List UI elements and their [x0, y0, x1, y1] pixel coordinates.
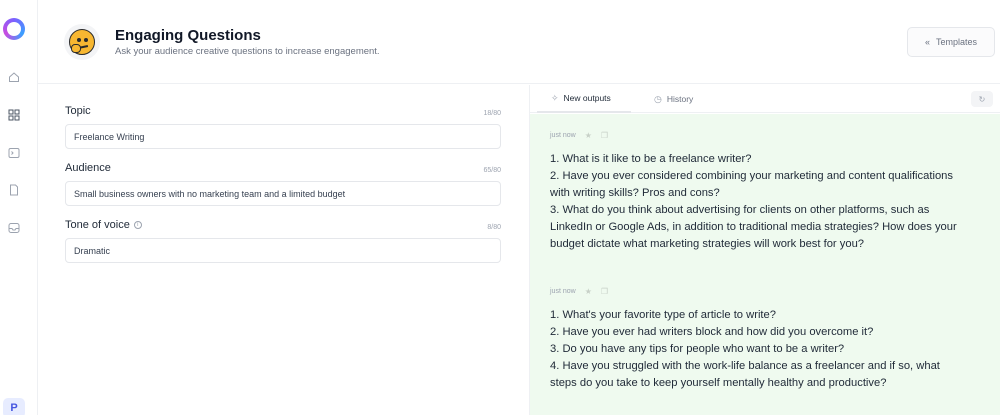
- app-logo[interactable]: [3, 18, 25, 40]
- star-icon[interactable]: ★: [585, 131, 592, 140]
- grid-icon[interactable]: [7, 108, 20, 121]
- output-line: 4. Have you struggled with the work-life…: [550, 360, 940, 372]
- page-title: Engaging Questions: [115, 27, 261, 44]
- output-text: 1. What is it like to be a freelance wri…: [550, 151, 990, 253]
- outputs-panel: ✧ New outputs ◷ History ↻ just now ★ ❐ 1…: [529, 85, 1000, 415]
- tab-new-outputs[interactable]: ✧ New outputs: [537, 85, 631, 113]
- output-line: steps do you take to keep yourself menta…: [550, 377, 887, 389]
- output-meta: just now ★ ❐: [550, 286, 990, 296]
- output-meta: just now ★ ❐: [550, 130, 990, 140]
- tab-history[interactable]: ◷ History: [640, 85, 707, 113]
- document-icon[interactable]: [7, 183, 20, 196]
- thinking-face-icon: [64, 24, 100, 60]
- output-line: 1. What is it like to be a freelance wri…: [550, 153, 752, 165]
- page-header: Engaging Questions Ask your audience cre…: [38, 0, 1000, 84]
- topic-label: Topic: [65, 105, 91, 117]
- info-icon[interactable]: i: [133, 221, 142, 230]
- copy-icon[interactable]: ❐: [601, 131, 608, 140]
- inbox-icon[interactable]: [7, 221, 20, 234]
- topic-counter: 18/80: [483, 110, 501, 117]
- output-line: LinkedIn or Google Ads, in addition to t…: [550, 221, 957, 233]
- tab-history-label: History: [666, 94, 694, 104]
- output-line: 1. What's your favorite type of article …: [550, 309, 776, 321]
- output-line: 2. Have you ever had writers block and h…: [550, 326, 874, 338]
- refresh-icon[interactable]: ↻: [971, 91, 993, 107]
- copy-icon[interactable]: ❐: [601, 287, 608, 296]
- output-tabs: ✧ New outputs ◷ History ↻: [530, 85, 1000, 113]
- templates-button-label: Templates: [935, 37, 978, 47]
- input-form: Topic 18/80 Freelance Writing Audience 6…: [38, 85, 529, 415]
- tone-counter: 8/80: [487, 224, 501, 231]
- tone-input[interactable]: Dramatic: [65, 238, 501, 263]
- user-avatar[interactable]: P: [3, 398, 25, 415]
- output-line: 3. Do you have any tips for people who w…: [550, 343, 845, 355]
- tab-new-outputs-label: New outputs: [563, 93, 611, 103]
- double-chevron-left-icon: «: [924, 37, 930, 47]
- output-text: 1. What's your favorite type of article …: [550, 307, 990, 392]
- tone-label-text: Tone of voice: [65, 219, 130, 231]
- output-card: just now ★ ❐ 1. What's your favorite typ…: [550, 286, 990, 392]
- output-line: 2. Have you ever considered combining yo…: [550, 170, 953, 182]
- sidebar: P: [0, 0, 38, 415]
- star-icon[interactable]: ★: [585, 287, 592, 296]
- output-line: budget dictate what marketing strategies…: [550, 238, 865, 250]
- audience-input[interactable]: Small business owners with no marketing …: [65, 181, 501, 206]
- templates-button[interactable]: « Templates: [907, 27, 995, 57]
- outputs-list: just now ★ ❐ 1. What is it like to be a …: [530, 114, 1000, 415]
- topic-input[interactable]: Freelance Writing: [65, 124, 501, 149]
- app-window: P Engaging Questions Ask your audience c…: [0, 0, 1000, 415]
- home-icon[interactable]: [7, 70, 20, 83]
- audience-counter: 65/80: [483, 167, 501, 174]
- page-subtitle: Ask your audience creative questions to …: [115, 46, 380, 57]
- audience-label: Audience: [65, 162, 111, 174]
- output-timestamp: just now: [550, 131, 576, 139]
- output-line: with writing skills? Pros and cons?: [550, 187, 720, 199]
- output-timestamp: just now: [550, 287, 576, 295]
- tone-label: Tone of voice i: [65, 219, 142, 231]
- sparkle-icon: ✧: [551, 92, 559, 103]
- clock-icon: ◷: [654, 93, 662, 104]
- terminal-icon[interactable]: [7, 146, 20, 159]
- output-card: just now ★ ❐ 1. What is it like to be a …: [550, 130, 990, 253]
- output-line: 3. What do you think about advertising f…: [550, 204, 930, 216]
